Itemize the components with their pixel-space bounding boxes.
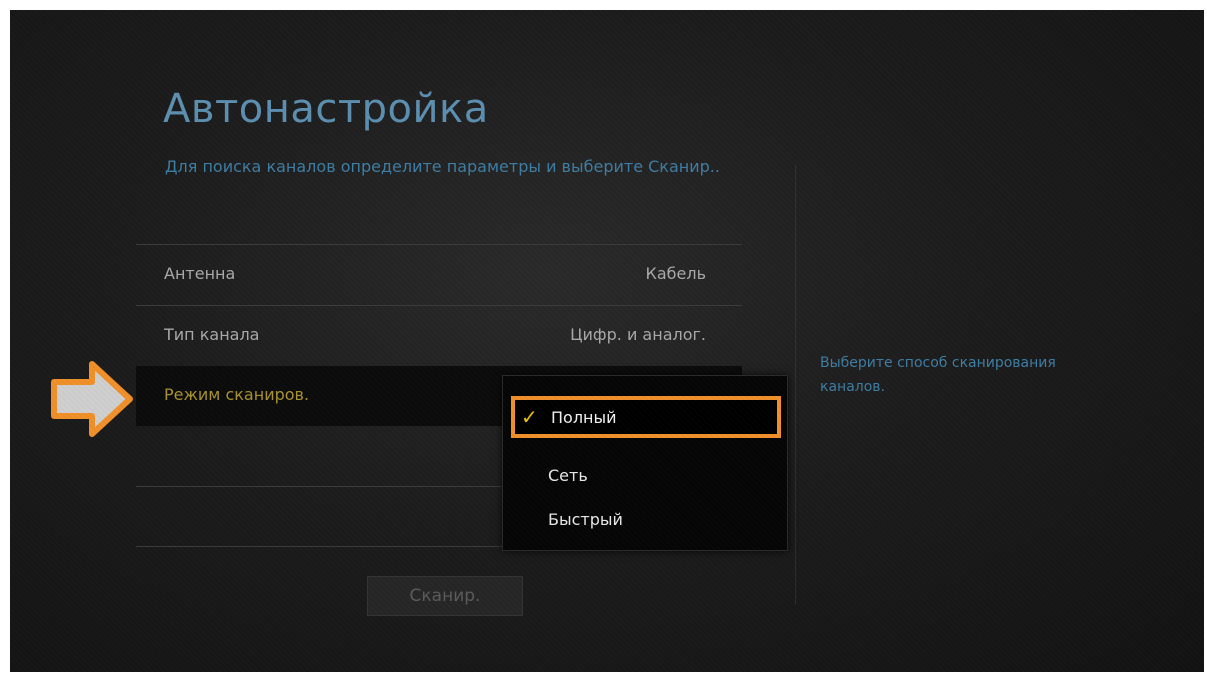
option-label: Сеть (548, 466, 588, 485)
check-icon: ✓ (521, 405, 538, 429)
setting-row-channel-type[interactable]: Тип канала Цифр. и аналог. (136, 306, 742, 366)
scan-button[interactable]: Сканир. (367, 576, 523, 616)
setting-value: Кабель (645, 264, 706, 283)
panel-separator (795, 165, 796, 605)
help-text: Выберите способ сканирования каналов. (820, 355, 1056, 395)
setting-value: Цифр. и аналог. (570, 325, 706, 344)
arrow-right-icon (51, 361, 133, 437)
setting-label: Тип канала (164, 325, 260, 344)
setting-label: Режим сканиров. (164, 385, 310, 404)
option-label: Полный (551, 408, 617, 427)
tv-screen: Автонастройка Для поиска каналов определ… (10, 10, 1204, 672)
setting-row-antenna[interactable]: Антенна Кабель (136, 245, 742, 305)
page-title: Автонастройка (163, 86, 489, 132)
option-full[interactable]: ✓ Полный (511, 396, 781, 438)
page-subtitle: Для поиска каналов определите параметры … (165, 157, 720, 176)
option-quick[interactable]: Быстрый (503, 500, 787, 538)
option-label: Быстрый (548, 510, 623, 529)
option-network[interactable]: Сеть (503, 456, 787, 494)
setting-label: Антенна (164, 264, 236, 283)
scan-mode-dropdown: ✓ Полный Сеть Быстрый (502, 375, 788, 551)
